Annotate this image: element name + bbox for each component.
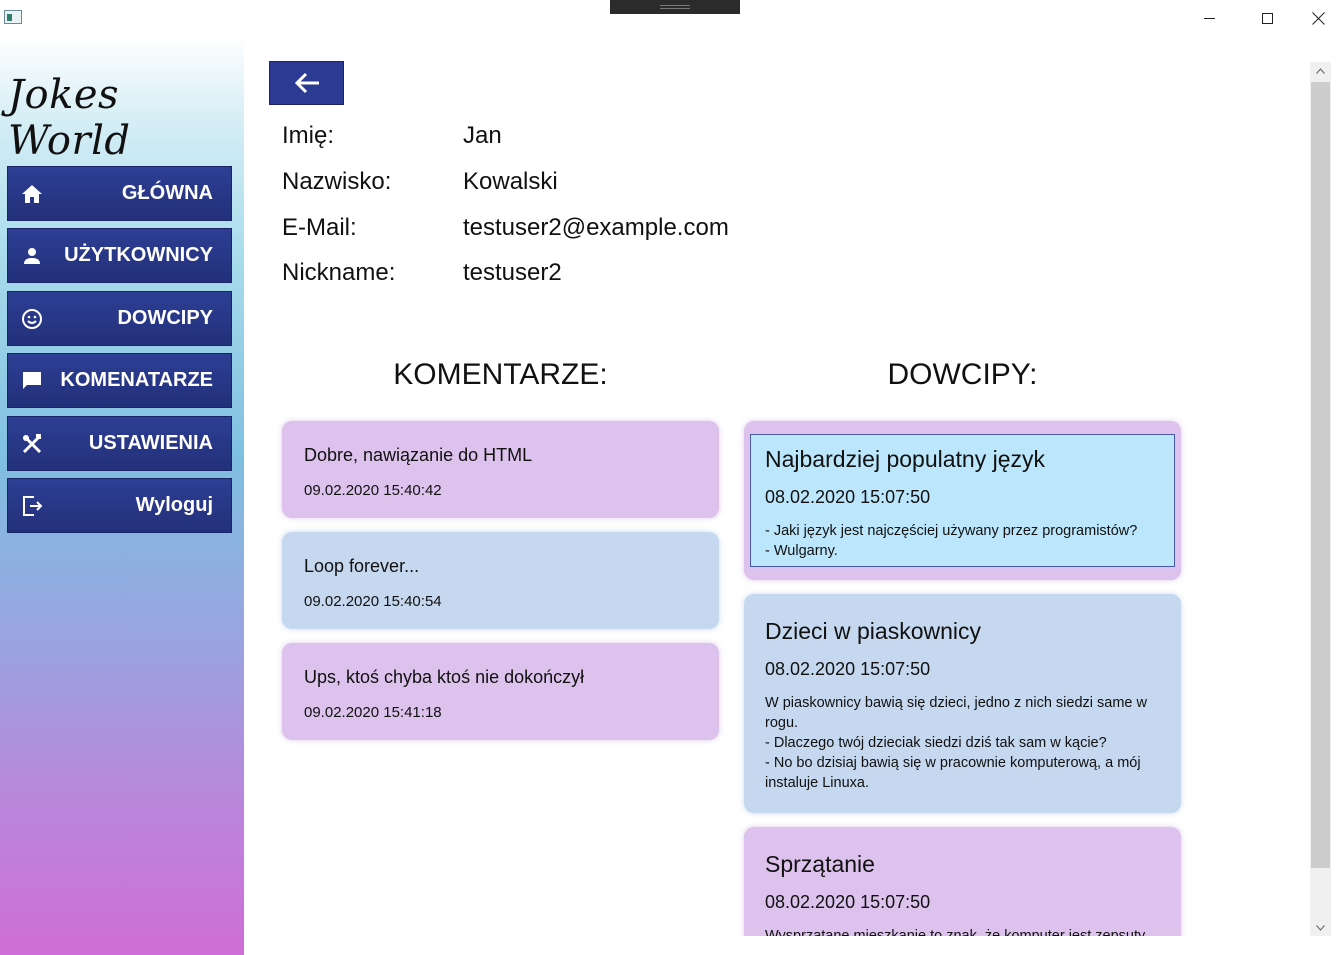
joke-body: Wysprzątane mieszkanie to znak, że kompu… xyxy=(765,928,1149,936)
scroll-thumb[interactable] xyxy=(1311,82,1330,868)
chevron-down-icon xyxy=(1316,924,1325,931)
chevron-up-icon xyxy=(1316,67,1325,74)
joke-card[interactable]: Sprzątanie 08.02.2020 15:07:50 Wysprząta… xyxy=(744,827,1181,936)
joke-date: 08.02.2020 15:07:50 xyxy=(765,892,931,912)
joke-title: Sprzątanie xyxy=(765,851,875,877)
joke-selection-highlight: Najbardziej populatny język 08.02.2020 1… xyxy=(750,434,1175,567)
vertical-scrollbar[interactable] xyxy=(1310,62,1331,936)
joke-body: W piaskownicy bawią się dzieci, jedno z … xyxy=(765,695,1147,791)
joke-card[interactable]: Dzieci w piaskownicy 08.02.2020 15:07:50… xyxy=(744,594,1181,813)
joke-body: - Jaki język jest najczęściej używany pr… xyxy=(765,523,1138,559)
jokes-viewport: Najbardziej populatny język 08.02.2020 1… xyxy=(0,0,1310,936)
joke-title: Najbardziej populatny język xyxy=(765,446,1045,472)
joke-card-selected[interactable]: Najbardziej populatny język 08.02.2020 1… xyxy=(744,421,1181,580)
close-icon xyxy=(1312,12,1325,25)
scroll-up-button[interactable] xyxy=(1310,62,1331,79)
joke-date: 08.02.2020 15:07:50 xyxy=(765,659,931,679)
joke-date: 08.02.2020 15:07:50 xyxy=(765,487,931,507)
joke-title: Dzieci w piaskownicy xyxy=(765,618,982,644)
scroll-down-button[interactable] xyxy=(1310,919,1331,936)
